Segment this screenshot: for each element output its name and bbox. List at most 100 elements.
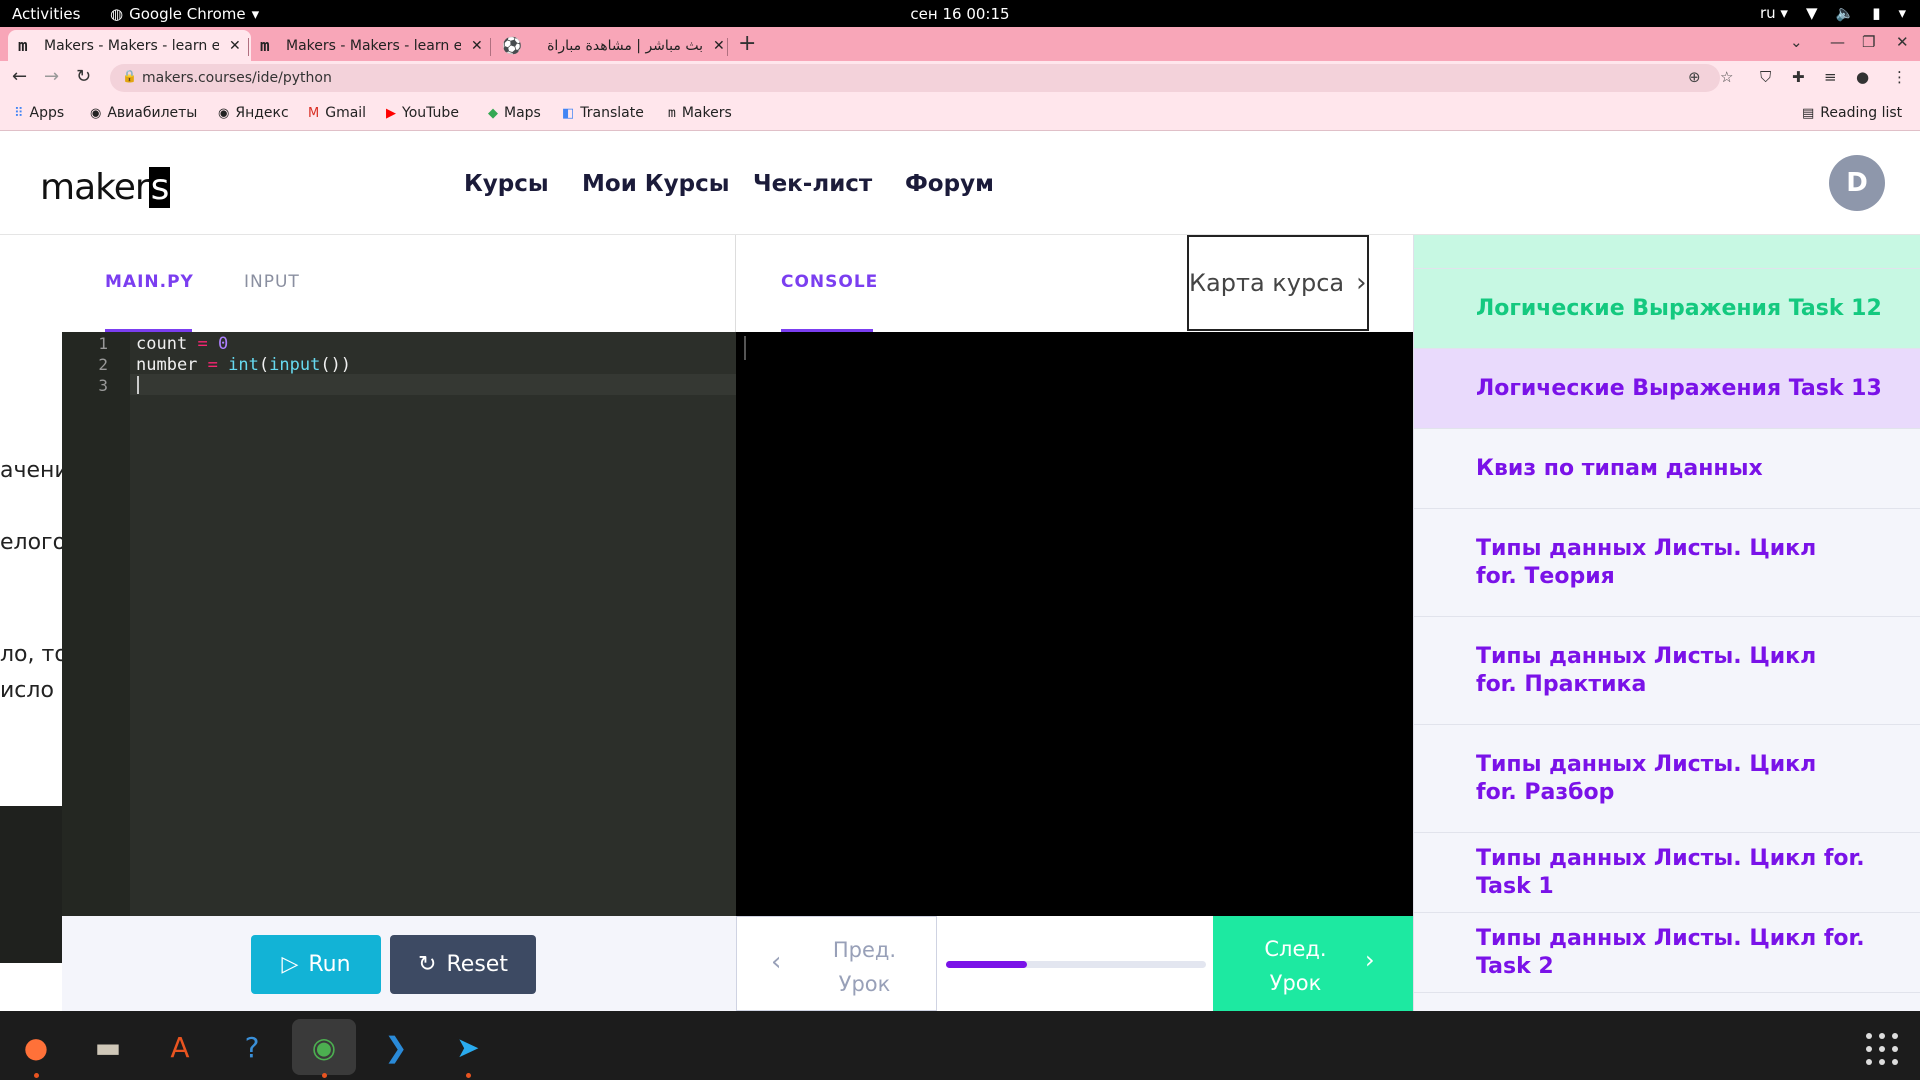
- shield-extension-icon[interactable]: ⛉: [1760, 68, 1771, 86]
- run-button[interactable]: ▷ Run: [251, 935, 381, 994]
- activities-button[interactable]: Activities: [12, 5, 80, 23]
- kebab-menu-icon[interactable]: ⋮: [1892, 68, 1907, 86]
- prev-lesson-button[interactable]: ‹ Пред. Урок: [736, 916, 937, 1011]
- bookmark-youtube[interactable]: ▶ YouTube: [386, 105, 459, 121]
- reading-list-button[interactable]: ▤ Reading list: [1802, 105, 1902, 121]
- chrome-icon[interactable]: ◉: [292, 1019, 356, 1075]
- lesson-item[interactable]: Логические Выражения Task 13: [1414, 349, 1920, 429]
- profile-avatar-icon[interactable]: ●: [1856, 68, 1869, 86]
- reload-icon[interactable]: ↻: [76, 66, 91, 87]
- lesson-text-fragment: елого: [0, 530, 62, 555]
- lesson-item[interactable]: Логические Выражения Task 12: [1414, 269, 1920, 349]
- course-map-button[interactable]: Карта курса ›: [1187, 235, 1369, 331]
- files-icon[interactable]: ▬: [80, 1019, 136, 1075]
- course-map-label: Карта курса: [1189, 269, 1345, 297]
- makers-logo[interactable]: makers: [40, 167, 171, 208]
- running-indicator: [322, 1073, 327, 1078]
- bookmark-translate[interactable]: ◧ Translate: [562, 105, 644, 121]
- reset-button[interactable]: ↻ Reset: [390, 935, 536, 994]
- bookmark-label: Авиабилеты: [107, 105, 198, 121]
- site-header: makers Курсы Мои Курсы Чек-лист Форум D: [0, 131, 1920, 235]
- extensions-puzzle-icon[interactable]: ✚: [1792, 68, 1805, 86]
- firefox-icon[interactable]: ●: [8, 1019, 64, 1075]
- url-text[interactable]: makers.courses/ide/python: [142, 70, 332, 86]
- lesson-item[interactable]: Типы данных Листы. Цикл for. Task 2: [1414, 913, 1920, 993]
- next-lesson-button[interactable]: След. Урок ›: [1213, 916, 1413, 1011]
- code-line[interactable]: count = 0: [136, 334, 228, 354]
- keyboard-layout[interactable]: ru ▾: [1760, 4, 1788, 22]
- system-tray[interactable]: ru ▾ ▼ 🔈 ▮ ▾: [1760, 4, 1906, 22]
- bookmark-apps[interactable]: ⠿ Apps: [14, 105, 64, 121]
- nav-checklist[interactable]: Чек-лист: [753, 171, 872, 197]
- tab-separator: [490, 38, 491, 56]
- browser-tab[interactable]: m Makers - Makers - learn every ✕: [250, 30, 493, 61]
- browser-tab-strip: m Makers - Makers - learn every ✕ m Make…: [0, 27, 1920, 61]
- code-line[interactable]: number = int(input()): [136, 355, 351, 375]
- apps-grid-icon: ⠿: [14, 105, 24, 121]
- close-icon[interactable]: ✕: [229, 38, 241, 54]
- lesson-item[interactable]: Типы данных Листы. Цикл for. Теория: [1414, 509, 1920, 617]
- tab-input[interactable]: INPUT: [244, 272, 300, 292]
- browser-tab[interactable]: ⚽ بث مباشر | مشاهدة مباراة ✕: [492, 30, 735, 61]
- system-top-bar: Activities ◍ Google Chrome ▾ сен 16 00:1…: [0, 0, 1920, 27]
- lesson-item[interactable]: Типы данных Листы. Цикл for. Task 1: [1414, 833, 1920, 913]
- lesson-text-fragment: ачени: [0, 458, 62, 483]
- console-output[interactable]: [736, 332, 1413, 916]
- browser-tab[interactable]: m Makers - Makers - learn every ✕: [8, 30, 251, 61]
- nav-forum[interactable]: Форум: [905, 171, 994, 197]
- maps-icon: ◆: [488, 105, 498, 121]
- new-tab-button[interactable]: +: [738, 31, 756, 56]
- show-applications-icon[interactable]: [1866, 1033, 1898, 1065]
- tab-title: Makers - Makers - learn every: [286, 37, 461, 54]
- address-bar[interactable]: 🔒 makers.courses/ide/python ⊕ ☆: [110, 64, 1733, 92]
- makers-favicon: m: [260, 36, 270, 55]
- bookmark-makers[interactable]: m Makers: [668, 105, 732, 121]
- telegram-icon[interactable]: ➤: [440, 1019, 496, 1075]
- media-queue-icon[interactable]: ≡: [1824, 68, 1837, 86]
- forward-arrow-icon[interactable]: →: [44, 66, 59, 87]
- close-icon[interactable]: ✕: [713, 38, 725, 54]
- lock-icon[interactable]: 🔒: [122, 69, 137, 83]
- code-editor[interactable]: 1 2 3 count = 0 number = int(input()): [62, 332, 736, 916]
- globe-icon: ◉: [90, 105, 102, 121]
- lesson-item[interactable]: Типы данных Листы. Цикл for. Разбор: [1414, 725, 1920, 833]
- close-icon[interactable]: ✕: [1896, 33, 1909, 51]
- avatar[interactable]: D: [1829, 155, 1885, 211]
- nav-my-courses[interactable]: Мои Курсы: [582, 171, 730, 197]
- bookmark-gmail[interactable]: M Gmail: [308, 105, 366, 121]
- next-lesson-label: След. Урок: [1264, 937, 1327, 995]
- back-arrow-icon[interactable]: ←: [12, 66, 27, 87]
- lesson-item[interactable]: Квиз по типам данных: [1414, 429, 1920, 509]
- maximize-icon[interactable]: ❐: [1862, 33, 1875, 51]
- star-icon[interactable]: ☆: [1720, 68, 1733, 86]
- prev-lesson-label: Пред. Урок: [832, 938, 897, 996]
- vscode-icon[interactable]: ❯: [368, 1019, 424, 1075]
- lesson-item-previous[interactable]: [1414, 235, 1920, 269]
- console-cursor: [744, 336, 746, 360]
- bookmark-label: YouTube: [402, 105, 459, 121]
- chevron-right-icon: ›: [1365, 946, 1375, 974]
- translate-icon: ◧: [562, 105, 575, 121]
- tab-console[interactable]: CONSOLE: [781, 272, 878, 292]
- clock[interactable]: сен 16 00:15: [910, 5, 1009, 23]
- bookmark-maps[interactable]: ◆ Maps: [488, 105, 541, 121]
- nav-courses[interactable]: Курсы: [464, 171, 549, 197]
- chevron-down-icon: ▾: [251, 5, 260, 23]
- tab-search-icon[interactable]: ⌄: [1790, 33, 1803, 51]
- lesson-item[interactable]: Типы данных Листы. Цикл for. Практика: [1414, 617, 1920, 725]
- software-center-icon[interactable]: A: [152, 1019, 208, 1075]
- zoom-icon[interactable]: ⊕: [1688, 68, 1701, 86]
- makers-icon: m: [668, 105, 676, 121]
- bookmark-aviabilety[interactable]: ◉ Авиабилеты: [90, 105, 197, 121]
- bookmark-yandex[interactable]: ◉ Яндекс: [218, 105, 289, 121]
- lesson-code-block: [0, 806, 62, 963]
- tab-separator: [248, 38, 249, 56]
- makers-favicon: m: [18, 36, 28, 55]
- tab-title: Makers - Makers - learn every: [44, 37, 219, 54]
- minimize-icon[interactable]: —: [1830, 33, 1845, 51]
- close-icon[interactable]: ✕: [471, 38, 483, 54]
- help-icon[interactable]: ?: [224, 1019, 280, 1075]
- app-menu[interactable]: ◍ Google Chrome ▾: [110, 5, 259, 23]
- tab-main-py[interactable]: MAIN.PY: [105, 272, 194, 292]
- tab-separator: [727, 38, 728, 56]
